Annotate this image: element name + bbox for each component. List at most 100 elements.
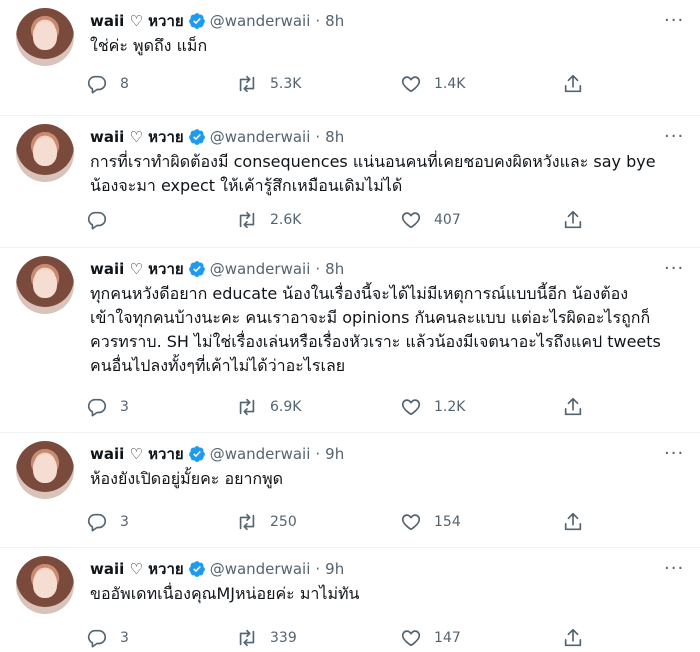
- avatar[interactable]: [16, 441, 74, 499]
- avatar[interactable]: [16, 256, 74, 314]
- tweet-actions: 2.6K 407: [86, 206, 606, 234]
- user-handle[interactable]: @wanderwaii: [210, 560, 311, 578]
- like-count: 407: [434, 212, 461, 228]
- verified-badge-icon: [188, 13, 205, 29]
- display-name[interactable]: waii ♡ หวาย: [90, 9, 184, 33]
- retweet-count: 2.6K: [270, 212, 302, 228]
- user-handle[interactable]: @wanderwaii: [210, 128, 311, 146]
- tweet-header: waii ♡ หวาย @wanderwaii · 8h: [90, 126, 344, 148]
- share-button[interactable]: [562, 508, 596, 536]
- tweet-actions: 8 5.3K 1.4K: [86, 70, 606, 98]
- retweet-icon: [239, 513, 255, 531]
- tweet[interactable]: waii ♡ หวาย @wanderwaii · 8h ··· ทุกคนหว…: [0, 248, 700, 433]
- separator-dot: ·: [315, 445, 321, 463]
- like-button[interactable]: 154: [400, 508, 461, 536]
- avatar[interactable]: [16, 556, 74, 614]
- timestamp[interactable]: 8h: [325, 12, 344, 30]
- verified-badge-icon: [188, 129, 205, 145]
- retweet-button[interactable]: 2.6K: [236, 206, 301, 234]
- retweet-count: 5.3K: [270, 76, 302, 92]
- tweet-text: ทุกคนหวังดีอยาก educate น้องในเรื่องนี้จ…: [90, 284, 661, 375]
- share-icon: [564, 74, 582, 93]
- tweet-header: waii ♡ หวาย @wanderwaii · 8h: [90, 10, 344, 32]
- timestamp[interactable]: 9h: [325, 560, 344, 578]
- like-count: 1.2K: [434, 399, 466, 415]
- retweet-count: 339: [270, 630, 297, 646]
- reply-button[interactable]: 3: [86, 508, 129, 536]
- avatar[interactable]: [16, 8, 74, 66]
- user-handle[interactable]: @wanderwaii: [210, 12, 311, 30]
- share-button[interactable]: [562, 70, 596, 98]
- reply-icon: [87, 398, 107, 417]
- tweet-header: waii ♡ หวาย @wanderwaii · 8h: [90, 258, 344, 280]
- timestamp[interactable]: 9h: [325, 445, 344, 463]
- reply-icon: [87, 513, 107, 532]
- retweet-icon: [239, 75, 255, 93]
- tweet-actions: 3 250 154: [86, 508, 606, 536]
- reply-button[interactable]: [86, 206, 120, 234]
- reply-count: 3: [120, 630, 129, 646]
- tweet-text: การที่เราทำผิดต้องมี consequences แน่นอน…: [90, 152, 656, 195]
- retweet-count: 250: [270, 514, 297, 530]
- reply-button[interactable]: 8: [86, 70, 129, 98]
- like-count: 1.4K: [434, 76, 466, 92]
- tweet[interactable]: waii ♡ หวาย @wanderwaii · 9h ··· ขออัพเด…: [0, 548, 700, 651]
- retweet-button[interactable]: 6.9K: [236, 393, 301, 421]
- verified-badge-icon: [188, 261, 205, 277]
- reply-count: 8: [120, 76, 129, 92]
- display-name[interactable]: waii ♡ หวาย: [90, 257, 184, 281]
- tweet[interactable]: waii ♡ หวาย @wanderwaii · 8h ··· ใช่ค่ะ …: [0, 0, 700, 116]
- heart-icon: [401, 399, 421, 416]
- like-button[interactable]: 407: [400, 206, 461, 234]
- display-name[interactable]: waii ♡ หวาย: [90, 442, 184, 466]
- separator-dot: ·: [315, 260, 321, 278]
- reply-button[interactable]: 3: [86, 393, 129, 421]
- heart-icon: [401, 212, 421, 229]
- display-name[interactable]: waii ♡ หวาย: [90, 125, 184, 149]
- like-button[interactable]: 147: [400, 624, 461, 652]
- more-options-icon[interactable]: ···: [664, 445, 684, 463]
- verified-badge-icon: [188, 446, 205, 462]
- retweet-button[interactable]: 250: [236, 508, 297, 536]
- more-options-icon[interactable]: ···: [664, 12, 684, 30]
- verified-badge-icon: [188, 561, 205, 577]
- tweet-text: ห้องยังเปิดอยู่มั้ยคะ อยากพูด: [90, 469, 284, 488]
- retweet-button[interactable]: 5.3K: [236, 70, 301, 98]
- separator-dot: ·: [315, 12, 321, 30]
- user-handle[interactable]: @wanderwaii: [210, 260, 311, 278]
- timestamp[interactable]: 8h: [325, 128, 344, 146]
- user-handle[interactable]: @wanderwaii: [210, 445, 311, 463]
- share-icon: [564, 397, 582, 416]
- retweet-button[interactable]: 339: [236, 624, 297, 652]
- share-button[interactable]: [562, 206, 596, 234]
- share-button[interactable]: [562, 624, 596, 652]
- tweet[interactable]: waii ♡ หวาย @wanderwaii · 8h ··· การที่เ…: [0, 116, 700, 248]
- tweet-header: waii ♡ หวาย @wanderwaii · 9h: [90, 443, 344, 465]
- separator-dot: ·: [315, 128, 321, 146]
- avatar[interactable]: [16, 124, 74, 182]
- share-icon: [564, 512, 582, 531]
- more-options-icon[interactable]: ···: [664, 128, 684, 146]
- heart-icon: [401, 76, 421, 93]
- share-button[interactable]: [562, 393, 596, 421]
- reply-count: 3: [120, 399, 129, 415]
- reply-icon: [87, 629, 107, 648]
- timestamp[interactable]: 8h: [325, 260, 344, 278]
- more-options-icon[interactable]: ···: [664, 560, 684, 578]
- tweet-text: ขออัพเดทเนื่องคุณMJหน่อยค่ะ มาไม่ทัน: [90, 584, 360, 603]
- heart-icon: [401, 630, 421, 647]
- tweet-actions: 3 6.9K 1.2K: [86, 393, 606, 421]
- reply-icon: [87, 211, 107, 230]
- tweet-actions: 3 339 147: [86, 624, 606, 652]
- like-button[interactable]: 1.4K: [400, 70, 465, 98]
- reply-button[interactable]: 3: [86, 624, 129, 652]
- retweet-icon: [239, 629, 255, 647]
- retweet-icon: [239, 398, 255, 416]
- reply-count: 3: [120, 514, 129, 530]
- like-button[interactable]: 1.2K: [400, 393, 465, 421]
- display-name[interactable]: waii ♡ หวาย: [90, 557, 184, 581]
- more-options-icon[interactable]: ···: [664, 260, 684, 278]
- tweet-header: waii ♡ หวาย @wanderwaii · 9h: [90, 558, 344, 580]
- tweet[interactable]: waii ♡ หวาย @wanderwaii · 9h ··· ห้องยัง…: [0, 433, 700, 548]
- heart-icon: [401, 514, 421, 531]
